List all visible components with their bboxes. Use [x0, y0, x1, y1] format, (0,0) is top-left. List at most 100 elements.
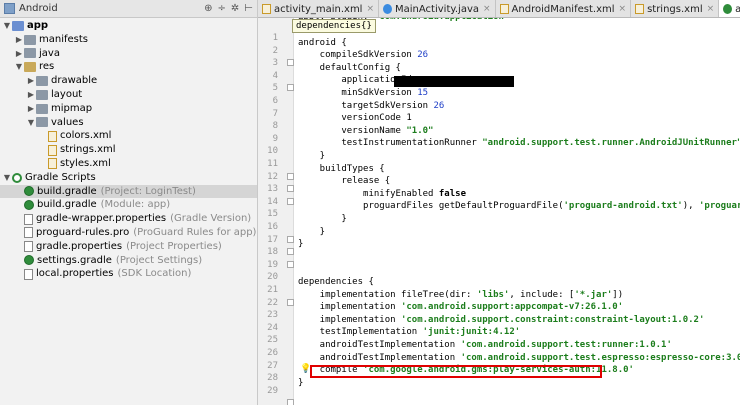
- tree-item[interactable]: colors.xml: [0, 129, 257, 143]
- tree-item-label: mipmap: [51, 102, 93, 114]
- gradle-icon: [723, 4, 733, 14]
- collapse-icon[interactable]: ÷: [218, 3, 226, 14]
- fold-marker-icon[interactable]: [287, 172, 294, 180]
- xml-file-icon: [48, 144, 57, 156]
- tree-item-note: (Module: app): [100, 199, 171, 211]
- gradle-group-icon: [12, 172, 22, 183]
- close-tab-icon[interactable]: ×: [483, 4, 491, 14]
- tree-item-note: (Project: LoginTest): [100, 185, 196, 197]
- module-folder-icon: [12, 20, 24, 31]
- settings-gear-icon[interactable]: ✲: [231, 3, 239, 14]
- tree-item-label: styles.xml: [60, 157, 111, 169]
- highlighted-compile-line: [310, 365, 602, 379]
- expand-arrow-icon[interactable]: ▼: [2, 19, 12, 33]
- code-line: compileSdkVersion 26: [298, 50, 429, 61]
- expand-arrow-icon[interactable]: ▼: [26, 116, 36, 130]
- code-line: defaultConfig {: [298, 62, 401, 73]
- tree-item[interactable]: ▶ mipmap: [0, 102, 257, 116]
- tree-item[interactable]: ▶ manifests: [0, 33, 257, 47]
- line-number: 19: [267, 259, 278, 270]
- xml-file-icon: [48, 158, 57, 170]
- code-line: implementation 'com.android.support:appc…: [298, 302, 624, 313]
- line-number: 25: [267, 335, 278, 346]
- tree-item[interactable]: ▼ app: [0, 19, 257, 33]
- tree-item[interactable]: build.gradle (Module: app): [0, 198, 257, 212]
- tree-item[interactable]: local.properties (SDK Location): [0, 267, 257, 281]
- expand-arrow-icon[interactable]: ▼: [2, 171, 12, 185]
- tab-label: activity_main.xml: [274, 3, 363, 15]
- line-number: 5: [272, 83, 278, 94]
- editor-tab[interactable]: MainActivity.java ×: [379, 0, 496, 17]
- line-number-gutter: 1 2 3 4 5 6 7 8 9 10 11 12 13 14 15 16 17 18 19 20 21 22 23 24 2…: [258, 18, 294, 405]
- code-line: dependencies {: [298, 277, 374, 287]
- tree-item-label: proguard-rules.pro: [36, 226, 130, 238]
- line-number: 4: [272, 70, 278, 81]
- fold-marker-icon[interactable]: [287, 260, 294, 268]
- line-number: 8: [272, 121, 278, 132]
- tree-item[interactable]: ▼ values: [0, 116, 257, 130]
- sync-icon[interactable]: ⊕: [204, 3, 212, 14]
- file-icon: [24, 227, 33, 239]
- fold-marker-icon[interactable]: [287, 399, 294, 405]
- code-line: implementation 'com.android.support.cons…: [298, 314, 705, 325]
- tree-item[interactable]: proguard-rules.pro (ProGuard Rules for ap…: [0, 226, 257, 240]
- tree-item[interactable]: strings.xml: [0, 143, 257, 157]
- tree-item[interactable]: build.gradle (Project: LoginTest): [0, 184, 257, 199]
- collapse-arrow-icon[interactable]: ▶: [14, 47, 24, 61]
- tab-label: MainActivity.java: [395, 3, 479, 15]
- editor-tab[interactable]: AndroidManifest.xml ×: [496, 0, 632, 17]
- collapse-arrow-icon[interactable]: ▶: [26, 74, 36, 88]
- tree-item-label: java: [39, 47, 60, 59]
- xml-file-icon: [499, 4, 509, 14]
- fold-marker-icon[interactable]: [287, 197, 294, 205]
- collapse-arrow-icon[interactable]: ▶: [26, 88, 36, 102]
- line-number: 6: [272, 96, 278, 106]
- close-tab-icon[interactable]: ×: [619, 4, 627, 14]
- tree-item-label: drawable: [51, 75, 98, 87]
- properties-file-icon: [24, 213, 33, 225]
- fold-marker-icon[interactable]: [287, 248, 294, 256]
- tree-item-note: (SDK Location): [117, 268, 192, 280]
- tree-item[interactable]: styles.xml: [0, 157, 257, 171]
- code-line: }: [298, 239, 304, 250]
- fold-marker-icon[interactable]: [287, 84, 294, 92]
- line-number: 21: [267, 285, 278, 295]
- hide-panel-icon[interactable]: ⊢: [244, 3, 253, 14]
- intention-bulb-icon[interactable]: 💡: [300, 364, 311, 374]
- code-line: minSdkVersion 15: [298, 88, 429, 98]
- project-view-selector[interactable]: Android: [19, 3, 199, 14]
- fold-marker-icon[interactable]: [287, 298, 294, 306]
- fold-marker-icon[interactable]: [287, 235, 294, 243]
- tree-item[interactable]: ▼ res: [0, 60, 257, 74]
- close-tab-icon[interactable]: ×: [366, 4, 374, 14]
- line-number: 7: [272, 108, 278, 119]
- collapse-arrow-icon[interactable]: ▶: [26, 102, 36, 116]
- code-editor[interactable]: 1 2 3 4 5 6 7 8 9 10 11 12 13 14 15 16 17 18 19 20 21 22 23 24 2…: [258, 18, 740, 405]
- folder-icon: [24, 48, 36, 59]
- line-number: 3: [272, 58, 278, 69]
- editor-tab[interactable]: app×: [719, 0, 740, 17]
- fold-marker-icon[interactable]: [287, 185, 294, 193]
- fold-marker-icon[interactable]: [287, 59, 294, 67]
- close-tab-icon[interactable]: ×: [707, 4, 715, 14]
- expand-arrow-icon[interactable]: ▼: [14, 60, 24, 74]
- line-number: 16: [267, 222, 278, 232]
- tree-item[interactable]: ▶ layout: [0, 88, 257, 102]
- tree-item[interactable]: ▶ java: [0, 47, 257, 61]
- breadcrumb-tooltip: dependencies{}: [292, 19, 376, 33]
- tree-item-note: (ProGuard Rules for app): [133, 226, 257, 238]
- tree-item-label: res: [39, 61, 55, 73]
- line-number: 12: [267, 171, 278, 182]
- tree-item[interactable]: gradle-wrapper.properties (Gradle Version…: [0, 212, 257, 226]
- tree-item[interactable]: gradle.properties (Project Properties): [0, 240, 257, 254]
- tree-item[interactable]: ▶ drawable: [0, 74, 257, 88]
- xml-file-icon: [262, 4, 271, 14]
- code-line: testImplementation 'junit:junit:4.12': [298, 327, 521, 338]
- editor-tab[interactable]: activity_main.xml ×: [258, 0, 380, 17]
- editor-tab[interactable]: strings.xml ×: [631, 0, 720, 17]
- redacted-application-id: [394, 76, 514, 88]
- tree-item[interactable]: ▼ Gradle Scripts: [0, 171, 257, 185]
- gradle-icon: [24, 200, 34, 211]
- tree-item[interactable]: settings.gradle (Project Settings): [0, 254, 257, 268]
- collapse-arrow-icon[interactable]: ▶: [14, 33, 24, 47]
